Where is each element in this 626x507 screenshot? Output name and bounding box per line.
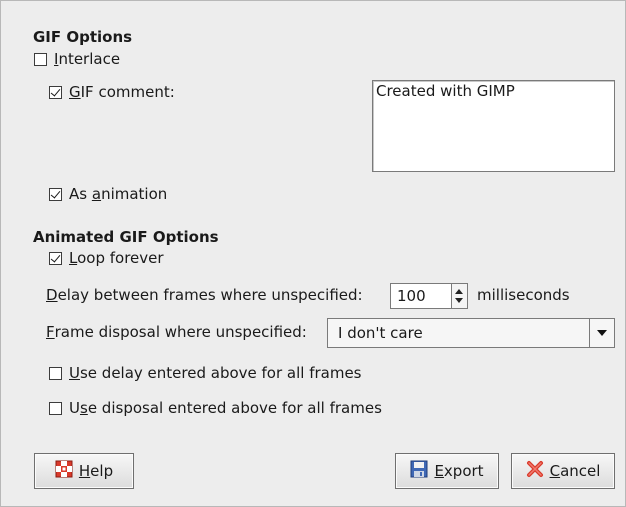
spin-down-icon[interactable] <box>455 298 463 303</box>
interlace-checkbox-box[interactable] <box>34 52 47 66</box>
frame-disposal-value: I don't care <box>338 324 423 342</box>
use-delay-all-label: Use delay entered above for all frames <box>69 364 362 382</box>
gif-export-dialog: GIF Options Interlace GIF comment: Creat… <box>0 0 626 507</box>
help-button-label: Help <box>78 462 114 480</box>
cancel-button-label: Cancel <box>549 462 601 480</box>
as-animation-checkbox[interactable]: As animation <box>49 183 167 205</box>
gif-options-heading: GIF Options <box>33 28 133 46</box>
delay-spinbutton-input[interactable]: 100 <box>390 283 452 309</box>
cancel-x-icon <box>526 460 544 482</box>
loop-forever-checkbox[interactable]: Loop forever <box>49 247 164 269</box>
use-disposal-all-checkbox[interactable]: Use disposal entered above for all frame… <box>49 397 382 419</box>
interlace-checkbox[interactable]: Interlace <box>34 48 120 70</box>
loop-forever-checkbox-box[interactable] <box>49 251 62 265</box>
frame-disposal-label: Frame disposal where unspecified: <box>46 323 307 341</box>
loop-forever-label: Loop forever <box>69 249 164 267</box>
gif-comment-checkbox-box[interactable] <box>49 85 62 99</box>
delay-label: Delay between frames where unspecified: <box>46 286 363 304</box>
delay-spinbutton-arrows[interactable] <box>452 283 468 309</box>
as-animation-label: As animation <box>69 185 168 203</box>
dropdown-arrow-icon[interactable] <box>589 319 614 347</box>
gif-comment-text: Created with GIMP <box>376 82 515 100</box>
spin-up-icon[interactable] <box>455 289 463 294</box>
gif-comment-checkbox[interactable]: GIF comment: <box>49 81 175 103</box>
export-button[interactable]: Export <box>395 453 499 489</box>
frame-disposal-dropdown[interactable]: I don't care <box>327 318 615 348</box>
help-button[interactable]: Help <box>34 453 134 489</box>
use-delay-all-checkbox-box[interactable] <box>49 366 62 380</box>
export-button-label: Export <box>434 462 484 480</box>
use-disposal-all-checkbox-box[interactable] <box>49 401 62 415</box>
interlace-label: Interlace <box>54 50 121 68</box>
cancel-button[interactable]: Cancel <box>511 453 615 489</box>
use-delay-all-checkbox[interactable]: Use delay entered above for all frames <box>49 362 362 384</box>
floppy-disk-icon <box>410 460 428 482</box>
use-disposal-all-label: Use disposal entered above for all frame… <box>69 399 382 417</box>
gif-comment-textarea[interactable]: Created with GIMP <box>372 80 615 172</box>
animated-gif-options-heading: Animated GIF Options <box>33 228 219 246</box>
as-animation-checkbox-box[interactable] <box>49 187 62 201</box>
gif-comment-label: GIF comment: <box>69 83 175 101</box>
delay-unit-label: milliseconds <box>477 286 570 304</box>
help-lifebuoy-icon <box>55 460 73 482</box>
